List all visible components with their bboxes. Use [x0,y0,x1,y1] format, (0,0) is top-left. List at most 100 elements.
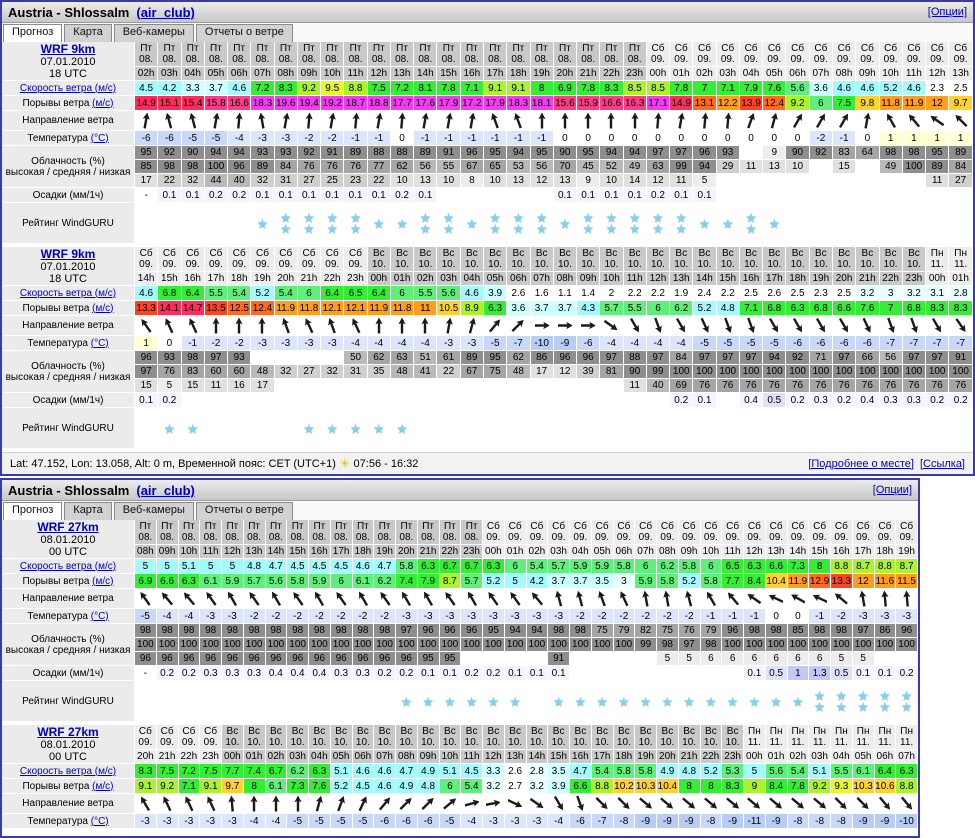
wind-gusts-link[interactable]: (м/с) [92,781,113,792]
wind-gust-cell: 4.9 [396,779,418,794]
cloud-mid-cell: 52 [600,160,623,174]
wind-speed-link[interactable]: Скорость ветра (м/с) [20,766,116,777]
wind-gust-cell: 4.8 [717,301,740,316]
temperature-link[interactable]: (°C) [91,133,109,144]
temperature-link[interactable]: (°C) [91,816,109,827]
model-link[interactable]: WRF 27km [2,520,134,534]
wind-gust-cell: 11.9 [903,96,926,111]
wind-speed-link[interactable]: Скорость ветра (м/с) [20,83,116,94]
day-header-cell: Вс10. [484,247,507,272]
cloud-low-cell: 96 [157,652,179,666]
wind-direction-cell [157,794,179,814]
wind-direction-cell [266,794,288,814]
wind-speed-cell: 6.6 [766,559,788,574]
wind-direction-arrow-icon [486,590,500,607]
model-link[interactable]: WRF 9km [2,42,134,56]
wind-gusts-link[interactable]: (м/с) [92,98,113,109]
cloud-mid-cell: 100 [856,365,879,379]
tab-map[interactable]: Карта [64,502,111,520]
spot-club-link[interactable]: (air_club) [136,483,195,498]
wind-gust-cell: 18.3 [507,96,530,111]
rating-cell: ★ [570,681,592,722]
wind-direction-arrow-icon [769,795,783,812]
precipitation-cell: 0.2 [228,188,251,203]
wind-direction-arrow-icon [255,112,269,129]
cloud-high-cell: 79 [701,624,723,638]
hour-header-cell: 23h [344,272,367,286]
wind-speed-link[interactable]: Скорость ветра (м/с) [20,561,116,572]
hour-header-cell: 14h [135,272,158,286]
model-link[interactable]: WRF 9km [2,247,134,261]
wind-speed-cell: 7 [693,81,716,96]
cloud-high-cell: 97 [693,351,716,365]
temperature-link[interactable]: (°C) [91,338,109,349]
wind-speed-cell: 5.1 [440,764,462,779]
temperature-cell: -5 [693,336,716,351]
hour-header-cell: 14h [693,272,716,286]
hour-header-cell: 07h [635,545,657,559]
cloud-low-cell: 12 [531,174,554,188]
hour-header-cell: 08h [135,545,157,559]
share-link[interactable]: [Ссылка] [920,458,965,470]
cloud-low-cell: 13 [414,174,437,188]
cloud-mid-cell: 99 [635,638,657,652]
wind-gust-cell: 14.9 [135,96,158,111]
temperature-cell: -7 [926,336,949,351]
place-details-link[interactable]: [Подробнее о месте] [808,458,914,470]
wind-speed-cell: 4.5 [309,559,331,574]
wind-gust-cell: 15.4 [182,96,205,111]
wind-direction-cell [570,589,592,609]
day-header-cell: Пт08. [374,520,396,545]
wind-direction-arrow-icon [138,590,152,607]
tab-wind-reports[interactable]: Отчеты о ветре [196,24,293,42]
wind-direction-cell [592,794,614,814]
cloud-high-cell: 88 [624,351,647,365]
wind-direction-arrow-icon [884,112,898,129]
wind-direction-cell [182,111,205,131]
cloud-mid-cell: 100 [786,365,809,379]
tab-webcams[interactable]: Веб-камеры [114,502,194,520]
wind-direction-arrow-icon [813,590,827,607]
wind-direction-arrow-icon [674,112,688,129]
wind-gusts-link[interactable]: (м/с) [92,576,113,587]
sunrise-sunset: 07:56 - 16:32 [354,458,419,470]
tab-wind-reports[interactable]: Отчеты о ветре [196,502,293,520]
wind-speed-cell: 5.8 [614,764,636,779]
precipitation-cell [635,666,657,681]
wind-speed-cell: 5.6 [786,81,809,96]
rating-cell: ★ [368,203,391,244]
tab-webcams[interactable]: Веб-камеры [114,24,194,42]
hour-header-cell: 04h [740,67,763,81]
precipitation-cell: 0.1 [853,666,875,681]
temperature-link[interactable]: (°C) [91,611,109,622]
options-link[interactable]: [Опции] [928,6,967,18]
day-header-cell: Сб09. [157,725,179,750]
wind-direction-arrow-icon [954,317,968,334]
day-header-cell: Сб09. [527,520,549,545]
wind-gusts-link[interactable]: (м/с) [92,303,113,314]
wind-speed-cell: 5 [744,764,766,779]
model-link[interactable]: WRF 27km [2,725,134,739]
day-header-cell: Вс10. [722,725,744,750]
temperature-cell: 0 [763,131,786,146]
rating-star-icon: ★ [373,423,385,434]
row-label: Направление ветра [2,589,135,609]
precipitation-cell: 0.1 [875,666,897,681]
cloud-low-cell: 6 [766,652,788,666]
temperature-cell: -4 [461,814,483,829]
cloud-mid-cell: 100 [309,638,331,652]
tab-map[interactable]: Карта [64,24,111,42]
options-link[interactable]: [Опции] [873,484,912,496]
spot-club-link[interactable]: (air_club) [136,5,195,20]
day-header-cell: Вс10. [527,725,549,750]
tab-forecast[interactable]: Прогноз [3,24,62,42]
tab-forecast[interactable]: Прогноз [3,502,62,520]
wind-speed-link[interactable]: Скорость ветра (м/с) [20,288,116,299]
day-header-cell: Сб09. [740,42,763,67]
wind-direction-arrow-icon [651,317,665,334]
cloud-high-cell: 98 [179,624,201,638]
day-header-cell: Сб09. [833,42,856,67]
wind-direction-cell [414,111,437,131]
precipitation-cell [657,666,679,681]
wind-speed-cell: 2.8 [949,286,973,301]
